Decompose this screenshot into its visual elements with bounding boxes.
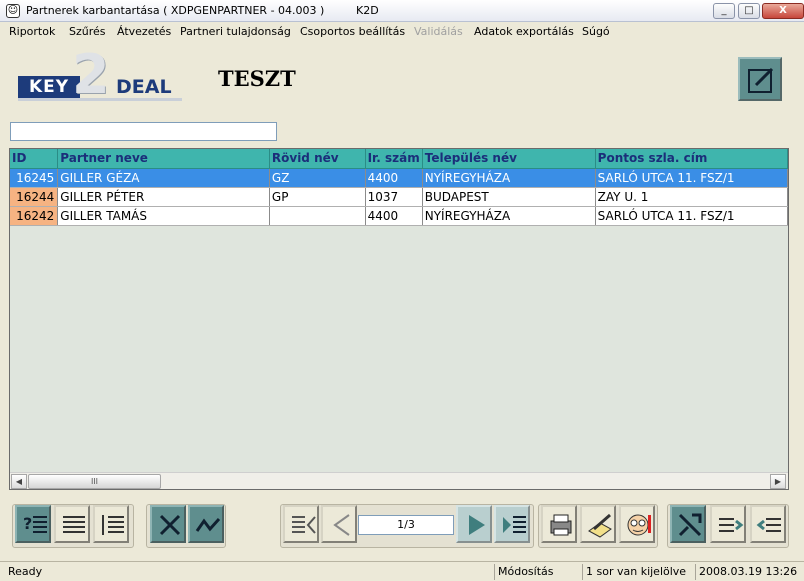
status-datetime: 2008.03.19 13:26 [695, 564, 799, 580]
menu-riportok[interactable]: Riportok [9, 25, 55, 38]
tools-icon [159, 514, 181, 536]
cell-city: BUDAPEST [422, 187, 596, 207]
move-down-icon [719, 518, 744, 532]
title-bar: ☺ Partnerek karbantartása ( XDPGENPARTNE… [0, 0, 804, 22]
cell-name: GILLER TAMÁS [57, 206, 270, 226]
page-indicator: 1/3 [358, 515, 454, 535]
partner-table: ID Partner neve Rövid név Ir. szám Telep… [10, 149, 788, 226]
user-avatar-icon [627, 514, 651, 536]
table-row[interactable]: 16242 GILLER TAMÁS 4400 NYÍREGYHÁZA SARL… [10, 206, 788, 226]
first-record-icon [292, 516, 316, 534]
next-record-button[interactable] [456, 505, 492, 543]
page-title: TESZT [218, 66, 296, 91]
edit-record-button[interactable] [738, 57, 782, 101]
partner-grid: ID Partner neve Rövid név Ir. szám Telep… [9, 148, 789, 490]
app-icon[interactable]: ☺ [6, 4, 20, 18]
table-header-row: ID Partner neve Rövid név Ir. szám Telep… [10, 149, 788, 169]
table-row[interactable]: 16245 GILLER GÉZA GZ 4400 NYÍREGYHÁZA SA… [10, 168, 788, 188]
status-bar: Ready Módosítás 1 sor van kijelölve 2008… [0, 561, 804, 581]
cell-zip: 1037 [365, 187, 423, 207]
pencil-icon [588, 513, 612, 538]
cell-zip: 4400 [365, 206, 423, 226]
table-row[interactable]: 16244 GILLER PÉTER GP 1037 BUDAPEST ZAY … [10, 187, 788, 207]
window-title: Partnerek karbantartása ( XDPGENPARTNER … [26, 4, 325, 17]
switch-icon [195, 517, 221, 532]
menu-csoportos-beallitas[interactable]: Csoportos beállítás [300, 25, 405, 38]
cell-address: SARLÓ UTCA 11. FSZ/1 [595, 206, 788, 226]
list-view-button[interactable] [54, 505, 90, 543]
menu-szures[interactable]: Szűrés [69, 25, 106, 38]
cell-address: SARLÓ UTCA 11. FSZ/1 [595, 168, 788, 188]
key2deal-logo: KEY 2 DEAL [16, 48, 186, 102]
menu-partneri-tulajdonsag[interactable]: Partneri tulajdonság [180, 25, 291, 38]
last-record-icon [503, 516, 526, 533]
edit-note-button[interactable] [580, 505, 616, 543]
next-icon [469, 515, 485, 535]
status-mode: Módosítás [494, 564, 582, 580]
user-button[interactable] [619, 505, 655, 543]
last-record-button[interactable] [494, 505, 530, 543]
cell-id: 16244 [10, 187, 59, 207]
list-help-icon: ? [23, 514, 47, 533]
column-header-pontos-szla-cim[interactable]: Pontos szla. cím [595, 149, 788, 169]
horizontal-scrollbar[interactable]: ◀ III ▶ [10, 472, 788, 489]
menu-sugo[interactable]: Súgó [582, 25, 610, 38]
app-name: K2D [356, 4, 379, 17]
cell-short [269, 206, 366, 226]
move-down-button[interactable] [710, 505, 746, 543]
column-header-telepules-nev[interactable]: Település név [422, 149, 596, 169]
list-help-button[interactable]: ? [15, 505, 51, 543]
first-record-button[interactable] [283, 505, 319, 543]
status-ready: Ready [8, 565, 43, 578]
transfer-icon [678, 513, 702, 537]
cell-short: GP [269, 187, 366, 207]
logo-key: KEY [18, 76, 80, 98]
menu-atvezetes[interactable]: Átvezetés [117, 25, 171, 38]
tools-button[interactable] [150, 505, 186, 543]
logo-two: 2 [72, 43, 110, 106]
scroll-thumb[interactable]: III [28, 474, 161, 489]
printer-icon [550, 514, 572, 536]
edit-icon [748, 67, 774, 93]
scroll-right-button[interactable]: ▶ [770, 474, 786, 489]
maximize-button[interactable]: □ [738, 3, 760, 19]
cell-name: GILLER PÉTER [57, 187, 270, 207]
column-header-rovid-nev[interactable]: Rövid név [269, 149, 366, 169]
menu-adatok-exportalas[interactable]: Adatok exportálás [474, 25, 574, 38]
status-selection: 1 sor van kijelölve [582, 564, 695, 580]
list-detail-icon [102, 515, 124, 535]
cell-city: NYÍREGYHÁZA [422, 168, 596, 188]
logo-stripe [18, 98, 182, 101]
cell-name: GILLER GÉZA [57, 168, 270, 188]
move-up-icon [756, 518, 781, 532]
column-header-partner-neve[interactable]: Partner neve [57, 149, 270, 169]
minimize-button[interactable]: _ [713, 3, 735, 19]
menu-validalas: Validálás [414, 25, 463, 38]
logo-deal: DEAL [116, 76, 172, 98]
previous-icon [333, 514, 350, 536]
cell-address: ZAY U. 1 [595, 187, 788, 207]
list-icon [63, 516, 85, 533]
previous-record-button[interactable] [321, 505, 357, 543]
column-header-ir-szam[interactable]: Ir. szám [365, 149, 423, 169]
move-up-button[interactable] [750, 505, 786, 543]
cell-zip: 4400 [365, 168, 423, 188]
cell-id: 16242 [10, 206, 59, 226]
search-input[interactable] [10, 122, 277, 141]
switch-button[interactable] [188, 505, 224, 543]
list-detail-button[interactable] [93, 505, 129, 543]
menu-bar: Riportok Szűrés Átvezetés Partneri tulaj… [0, 22, 804, 42]
cell-short: GZ [269, 168, 366, 188]
svg-text:?: ? [23, 514, 32, 533]
cell-city: NYÍREGYHÁZA [422, 206, 596, 226]
column-header-id[interactable]: ID [10, 149, 59, 169]
cell-id: 16245 [10, 168, 59, 188]
scroll-left-button[interactable]: ◀ [11, 474, 27, 489]
print-button[interactable] [541, 505, 577, 543]
transfer-button[interactable] [670, 505, 706, 543]
close-button[interactable]: X [762, 3, 804, 19]
